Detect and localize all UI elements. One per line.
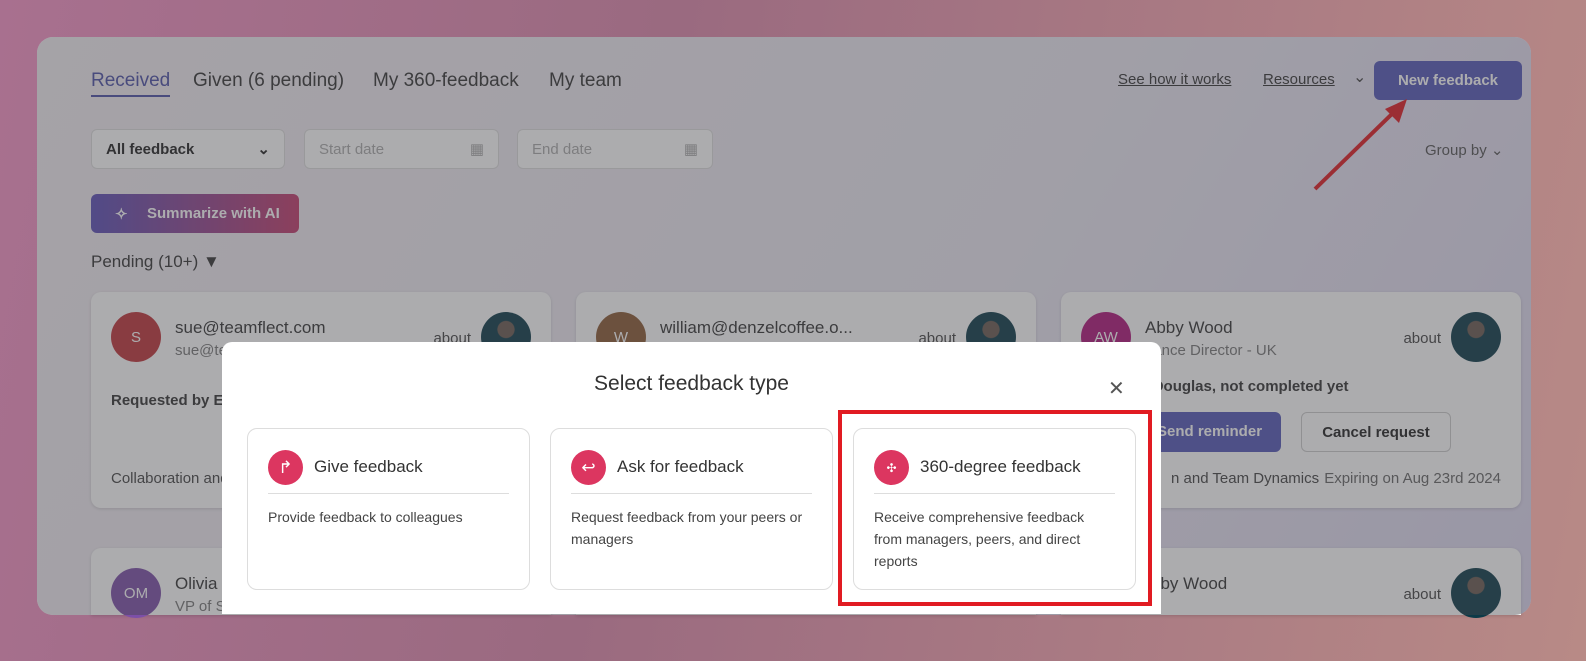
- option-description: Request feedback from your peers or mana…: [571, 509, 803, 547]
- dialog-title: Select feedback type: [594, 372, 789, 395]
- close-icon[interactable]: ✕: [1108, 376, 1125, 401]
- give-feedback-option[interactable]: ↱ Give feedback Provide feedback to coll…: [247, 428, 530, 590]
- divider: [571, 493, 812, 494]
- ask-feedback-option[interactable]: ↩ Ask for feedback Request feedback from…: [550, 428, 833, 590]
- option-title: Give feedback: [314, 457, 423, 476]
- highlight-annotation-box: [838, 410, 1152, 606]
- share-arrow-icon: ↱: [268, 450, 303, 485]
- option-description: Provide feedback to colleagues: [268, 509, 463, 525]
- divider: [268, 493, 509, 494]
- return-arrow-icon: ↩: [571, 450, 606, 485]
- option-title: Ask for feedback: [617, 457, 744, 476]
